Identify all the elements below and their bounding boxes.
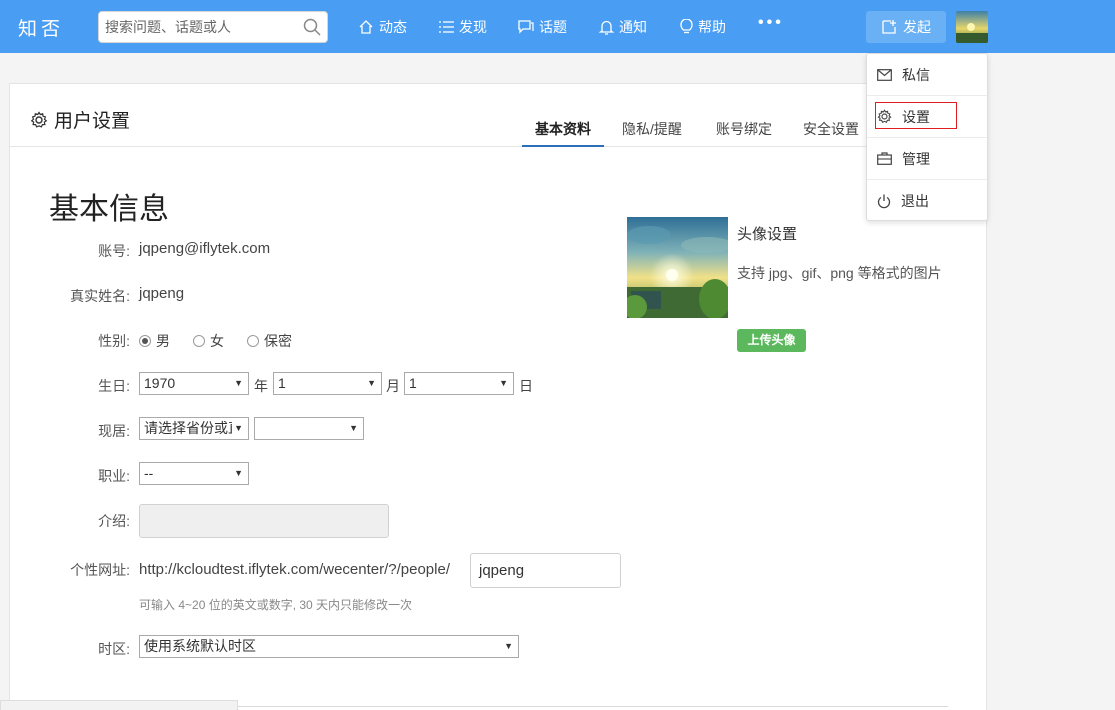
birth-day-select[interactable]: 1 ▼	[404, 372, 514, 395]
birth-year-select[interactable]: 1970 ▼	[139, 372, 249, 395]
account-label: 账号:	[98, 243, 130, 259]
radio-label: 女	[210, 333, 224, 349]
site-logo[interactable]: 知否	[18, 14, 64, 41]
avatar-settings-title: 头像设置	[737, 226, 798, 243]
chat-icon	[518, 20, 534, 34]
select-value: 1	[409, 375, 417, 391]
top-navbar: 知否 动态 发现 话题 通知 帮助 ••• 发起	[0, 0, 1115, 53]
intro-input[interactable]	[139, 504, 389, 538]
menu-item-messages[interactable]: 私信	[867, 54, 987, 96]
chevron-down-icon: ▼	[367, 378, 376, 388]
timezone-select[interactable]: 使用系统默认时区 ▼	[139, 635, 519, 658]
gear-icon	[30, 110, 48, 128]
nav-label: 通知	[619, 18, 647, 35]
more-menu-button[interactable]: •••	[758, 14, 784, 32]
settings-card: 用户设置 基本资料 隐私/提醒 账号绑定 安全设置 基本信息 账号: jqpen…	[9, 83, 987, 710]
day-unit: 日	[519, 378, 533, 394]
birth-month-select[interactable]: 1 ▼	[273, 372, 382, 395]
nav-label: 发现	[459, 18, 487, 35]
timezone-label: 时区:	[98, 641, 130, 657]
job-label: 职业:	[98, 468, 130, 484]
page-title: 用户设置	[30, 106, 130, 133]
account-value: jqpeng@iflytek.com	[139, 240, 271, 257]
list-icon	[439, 20, 454, 33]
city-select[interactable]: ▼	[254, 417, 364, 440]
chevron-down-icon: ▼	[234, 378, 243, 388]
url-prefix: http://kcloudtest.iflytek.com/wecenter/?…	[139, 561, 450, 578]
url-label: 个性网址:	[70, 562, 130, 578]
chevron-down-icon: ▼	[499, 378, 508, 388]
nav-label: 话题	[539, 18, 567, 35]
job-select[interactable]: -- ▼	[139, 462, 249, 485]
url-input[interactable]: jqpeng	[470, 553, 621, 588]
gender-radio-secret[interactable]: 保密	[247, 331, 292, 351]
select-value: 使用系统默认时区	[144, 638, 256, 654]
publish-button[interactable]: 发起	[866, 11, 946, 43]
avatar-preview	[627, 217, 728, 318]
select-value: --	[144, 465, 154, 481]
residence-label: 现居:	[98, 423, 130, 439]
bell-icon	[599, 20, 614, 35]
select-value: 1970	[144, 375, 176, 391]
nav-topics[interactable]: 话题	[518, 0, 567, 53]
nav-label: 帮助	[698, 18, 726, 35]
chevron-down-icon: ▼	[234, 468, 243, 478]
tab-security[interactable]: 安全设置	[803, 119, 859, 147]
nav-notifications[interactable]: 通知	[599, 0, 647, 53]
radio-label: 男	[156, 333, 170, 349]
settings-highlight-box	[875, 102, 957, 129]
gender-label: 性别:	[98, 333, 130, 349]
province-select[interactable]: 请选择省份或直辖市▼	[139, 417, 249, 440]
nav-help[interactable]: 帮助	[680, 0, 726, 53]
card-header: 用户设置 基本资料 隐私/提醒 账号绑定 安全设置	[10, 84, 986, 147]
radio-dot[interactable]	[139, 335, 151, 347]
mail-icon	[877, 68, 892, 81]
realname-label: 真实姓名:	[70, 288, 130, 304]
month-unit: 月	[386, 378, 400, 394]
select-value: 1	[278, 375, 286, 391]
realname-value: jqpeng	[139, 285, 185, 302]
menu-item-label: 退出	[901, 193, 929, 209]
tab-privacy[interactable]: 隐私/提醒	[622, 119, 682, 147]
upload-avatar-button[interactable]: 上传头像	[737, 329, 806, 352]
nav-discover[interactable]: 发现	[439, 0, 487, 53]
nav-label: 动态	[379, 18, 407, 35]
compose-icon	[882, 20, 896, 34]
publish-label: 发起	[903, 19, 931, 35]
radio-dot[interactable]	[193, 335, 205, 347]
chevron-down-icon: ▼	[234, 423, 243, 433]
menu-item-label: 管理	[902, 150, 930, 167]
user-avatar[interactable]	[956, 11, 988, 43]
chevron-down-icon: ▼	[349, 423, 358, 433]
search-icon[interactable]	[303, 18, 321, 36]
gender-radio-female[interactable]: 女	[193, 331, 224, 351]
tab-account-binding[interactable]: 账号绑定	[716, 119, 772, 147]
chevron-down-icon: ▼	[504, 641, 513, 651]
menu-item-manage[interactable]: 管理	[867, 138, 987, 180]
birthday-label: 生日:	[98, 378, 130, 394]
divider	[238, 706, 948, 707]
bulb-icon	[680, 18, 693, 33]
year-unit: 年	[254, 378, 268, 394]
briefcase-icon	[877, 152, 892, 165]
bottom-tab-strip	[0, 700, 238, 710]
search-box[interactable]	[98, 11, 328, 43]
gender-radio-male[interactable]: 男	[139, 331, 170, 351]
intro-label: 介绍:	[98, 513, 130, 529]
home-icon	[359, 19, 373, 34]
power-icon	[877, 194, 891, 208]
radio-label: 保密	[264, 333, 292, 349]
select-value: 请选择省份或直辖市	[144, 420, 232, 436]
menu-item-logout[interactable]: 退出	[867, 180, 987, 222]
tab-basic-info[interactable]: 基本资料	[522, 119, 604, 147]
radio-dot[interactable]	[247, 335, 259, 347]
menu-item-label: 私信	[902, 66, 930, 83]
section-title: 基本信息	[49, 193, 169, 226]
user-dropdown-menu: 私信 设置 管理 退出	[866, 53, 988, 221]
search-input[interactable]	[99, 12, 294, 42]
nav-dynamic[interactable]: 动态	[358, 0, 407, 53]
page-title-text: 用户设置	[54, 111, 131, 132]
url-hint: 可输入 4~20 位的英文或数字, 30 天内只能修改一次	[139, 598, 413, 612]
avatar-settings-desc: 支持 jpg、gif、png 等格式的图片	[737, 265, 942, 281]
